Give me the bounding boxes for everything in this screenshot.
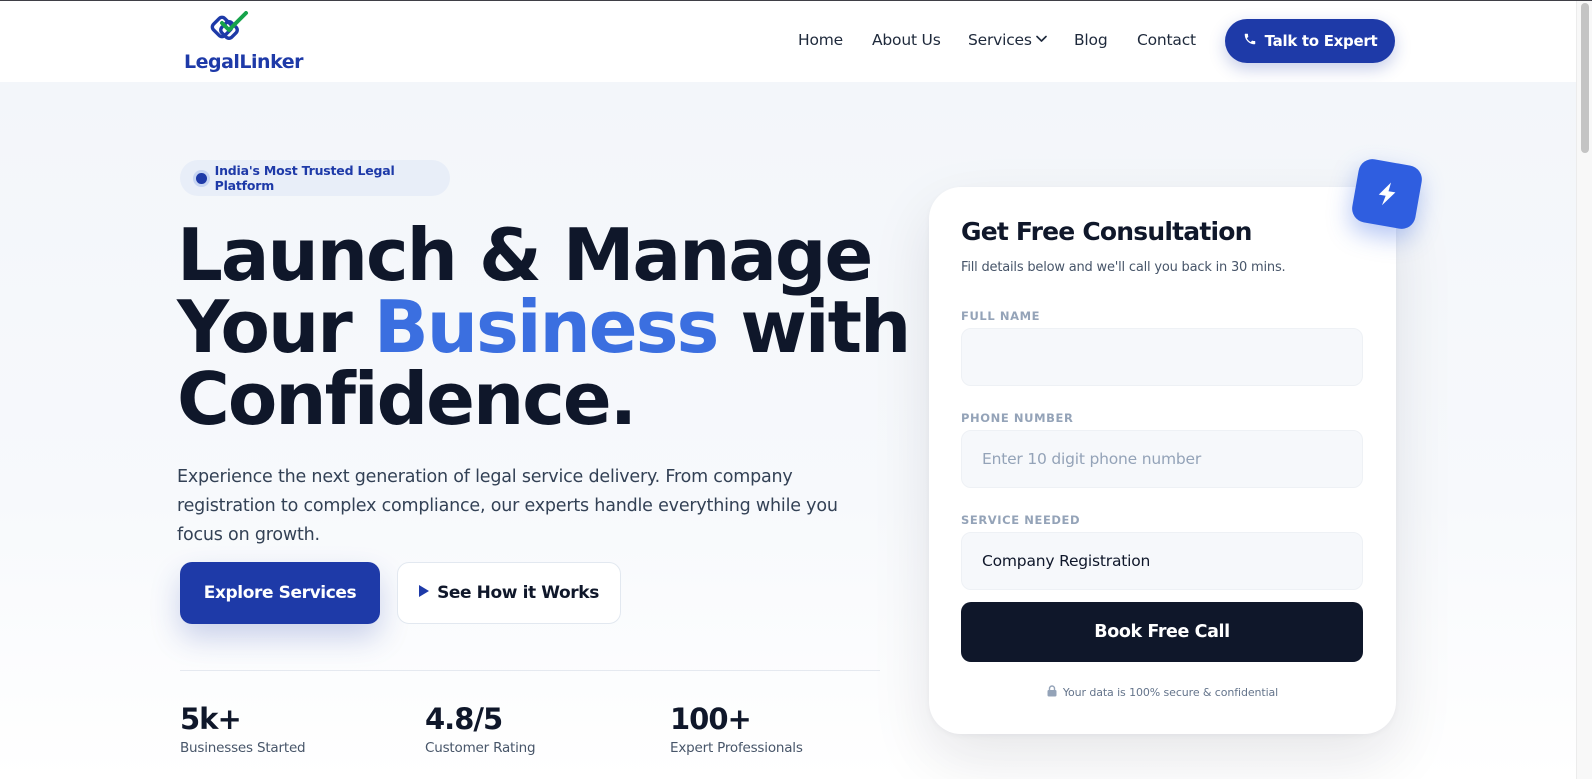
headline-line-1: Launch & Manage bbox=[177, 213, 873, 297]
stats-divider bbox=[180, 670, 880, 671]
see-how-it-works-label: See How it Works bbox=[437, 583, 599, 603]
badge-text: India's Most Trusted Legal Platform bbox=[214, 163, 395, 193]
phone-number-input[interactable] bbox=[982, 450, 1342, 468]
service-needed-label: SERVICE NEEDED bbox=[961, 513, 1081, 527]
form-subtitle: Fill details below and we'll call you ba… bbox=[961, 260, 1286, 275]
trust-badge: India's Most Trusted Legal Platform bbox=[180, 160, 450, 196]
hero-section: India's Most Trusted Legal Platform Laun… bbox=[0, 82, 1576, 779]
lightning-bolt-icon bbox=[1349, 156, 1425, 232]
chevron-down-icon bbox=[1035, 33, 1047, 46]
hero-headline: Launch & Manage Your Business with Confi… bbox=[177, 213, 911, 441]
nav-blog[interactable]: Blog bbox=[1074, 31, 1108, 49]
page-scrollbar[interactable] bbox=[1576, 1, 1592, 779]
stat-label: Businesses Started bbox=[180, 740, 306, 756]
stat-label: Customer Rating bbox=[425, 740, 536, 756]
nav-home[interactable]: Home bbox=[798, 31, 843, 49]
book-free-call-button[interactable]: Book Free Call bbox=[961, 602, 1363, 662]
service-needed-select[interactable]: Company Registration bbox=[961, 532, 1363, 590]
explore-services-button[interactable]: Explore Services bbox=[180, 562, 380, 624]
talk-to-expert-label: Talk to Expert bbox=[1264, 32, 1378, 50]
service-selected-value: Company Registration bbox=[982, 552, 1151, 570]
security-note-text: Your data is 100% secure & confidential bbox=[1062, 686, 1279, 699]
site-header: LegalLinker Home About Us Services Blog … bbox=[0, 1, 1576, 82]
headline-line-2: Your Business with bbox=[177, 291, 911, 363]
phone-icon bbox=[1243, 32, 1257, 50]
security-note: Your data is 100% secure & confidential bbox=[929, 685, 1396, 700]
stat-experts: 100+ Expert Professionals bbox=[670, 702, 803, 756]
stat-label: Expert Professionals bbox=[670, 740, 803, 756]
phone-number-label: PHONE NUMBER bbox=[961, 411, 1074, 425]
hero-subtext: Experience the next generation of legal … bbox=[177, 467, 838, 545]
phone-number-field[interactable] bbox=[961, 430, 1363, 488]
consultation-form-card: Get Free Consultation Fill details below… bbox=[929, 187, 1396, 734]
badge-dot-icon bbox=[196, 172, 207, 184]
headline-line-3: Confidence. bbox=[177, 357, 637, 441]
stat-businesses: 5k+ Businesses Started bbox=[180, 702, 306, 756]
stat-value: 4.8/5 bbox=[425, 702, 503, 736]
nav-contact[interactable]: Contact bbox=[1137, 31, 1196, 49]
stat-value: 5k+ bbox=[180, 702, 242, 736]
nav-services[interactable]: Services bbox=[968, 31, 1047, 49]
stat-rating: 4.8/5 Customer Rating bbox=[425, 702, 536, 756]
nav-services-label: Services bbox=[968, 31, 1032, 49]
play-icon bbox=[419, 585, 430, 601]
nav-about-us[interactable]: About Us bbox=[872, 31, 941, 49]
form-title: Get Free Consultation bbox=[961, 217, 1252, 246]
full-name-field[interactable] bbox=[961, 328, 1363, 386]
scrollbar-thumb[interactable] bbox=[1581, 3, 1589, 153]
full-name-label: FULL NAME bbox=[961, 309, 1041, 323]
headline-line-2-post: with bbox=[717, 285, 911, 369]
see-how-it-works-button[interactable]: See How it Works bbox=[397, 562, 621, 624]
talk-to-expert-button[interactable]: Talk to Expert bbox=[1225, 19, 1395, 63]
stat-value: 100+ bbox=[670, 702, 752, 736]
full-name-input[interactable] bbox=[982, 348, 1342, 366]
lock-icon bbox=[1047, 685, 1057, 700]
